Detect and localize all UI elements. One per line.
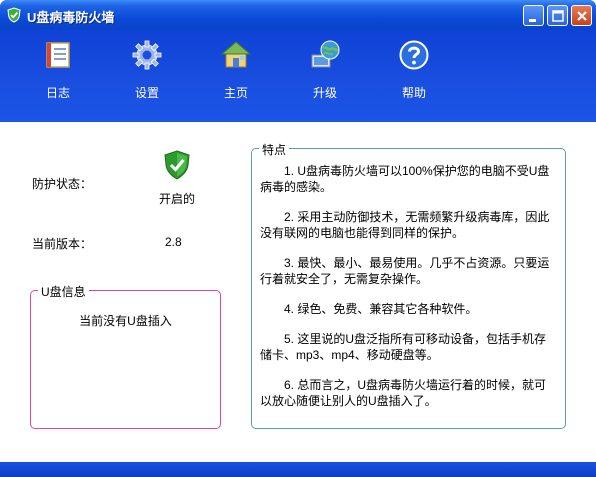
maximize-icon xyxy=(552,10,564,22)
log-icon xyxy=(46,42,70,68)
maximize-button[interactable] xyxy=(547,5,568,26)
toolbar-log-button[interactable]: 日志 xyxy=(23,30,93,122)
gear-icon xyxy=(132,40,162,70)
feature-item: 6. 总而言之，U盘病毒防火墙运行着的时候，就可以放心随便让别人的U盘插入了。 xyxy=(260,378,547,408)
main-panel: 防护状态： 开启的 当前版本： 2.8 U盘信息 当前没有U盘插入 特点 1. … xyxy=(0,122,596,462)
toolbar-home-button[interactable]: 主页 xyxy=(201,30,271,122)
toolbar-help-button[interactable]: 帮助 xyxy=(379,30,449,122)
version-label: 当前版本： xyxy=(32,237,93,251)
feature-item: 2. 采用主动防御技术，无需频繁升级病毒库，因此没有联网的电脑也能得到同样的保护… xyxy=(260,210,550,240)
toolbar-settings-button[interactable]: 设置 xyxy=(112,30,182,122)
window-title: U盘病毒防火墙 xyxy=(27,10,115,25)
home-icon xyxy=(220,41,252,68)
shield-check-icon xyxy=(7,7,21,23)
minimize-icon xyxy=(529,19,536,22)
features-group: 特点 1. U盘病毒防火墙可以100%保护您的电脑不受U盘病毒的感染。 2. 采… xyxy=(251,141,566,429)
toolbar-upgrade-button[interactable]: 升级 xyxy=(290,30,360,122)
protection-status-value: 开启的 xyxy=(159,192,196,206)
bottom-bar xyxy=(0,462,596,477)
usb-info-title: U盘信息 xyxy=(38,283,89,300)
feature-item: 5. 这里说的U盘泛指所有可移动设备，包括手机存储卡、mp3、mp4、移动硬盘等… xyxy=(260,332,547,362)
toolbar-upgrade-label: 升级 xyxy=(312,86,337,100)
feature-item: 4. 绿色、免费、兼容其它各种软件。 xyxy=(284,302,478,316)
usb-info-group: U盘信息 当前没有U盘插入 xyxy=(30,283,221,429)
help-icon xyxy=(399,40,429,70)
shield-check-icon xyxy=(164,150,190,180)
protection-status-label: 防护状态： xyxy=(32,177,93,191)
version-value: 2.8 xyxy=(165,235,182,249)
toolbar: 日志 设置 主页 升级 帮助 xyxy=(0,30,596,122)
features-list: 1. U盘病毒防火墙可以100%保护您的电脑不受U盘病毒的感染。 2. 采用主动… xyxy=(260,163,556,423)
title-bar[interactable]: U盘病毒防火墙 xyxy=(0,0,596,30)
close-button[interactable] xyxy=(571,5,592,26)
close-icon xyxy=(577,11,587,21)
feature-item: 3. 最快、最小、最易使用。几乎不占资源。只要运行着就安全了，无需复杂操作。 xyxy=(260,256,550,286)
toolbar-help-label: 帮助 xyxy=(401,86,426,100)
upgrade-icon xyxy=(311,40,340,68)
toolbar-home-label: 主页 xyxy=(223,86,248,100)
app-window: U盘病毒防火墙 日志 设置 主页 升级 帮助 防护状态： 开启的 当前版本： 2… xyxy=(0,0,596,477)
usb-info-message: 当前没有U盘插入 xyxy=(79,314,172,328)
feature-item: 1. U盘病毒防火墙可以100%保护您的电脑不受U盘病毒的感染。 xyxy=(260,164,550,194)
features-title: 特点 xyxy=(259,141,290,158)
toolbar-settings-label: 设置 xyxy=(134,86,159,100)
toolbar-log-label: 日志 xyxy=(45,86,70,100)
minimize-button[interactable] xyxy=(523,5,544,26)
